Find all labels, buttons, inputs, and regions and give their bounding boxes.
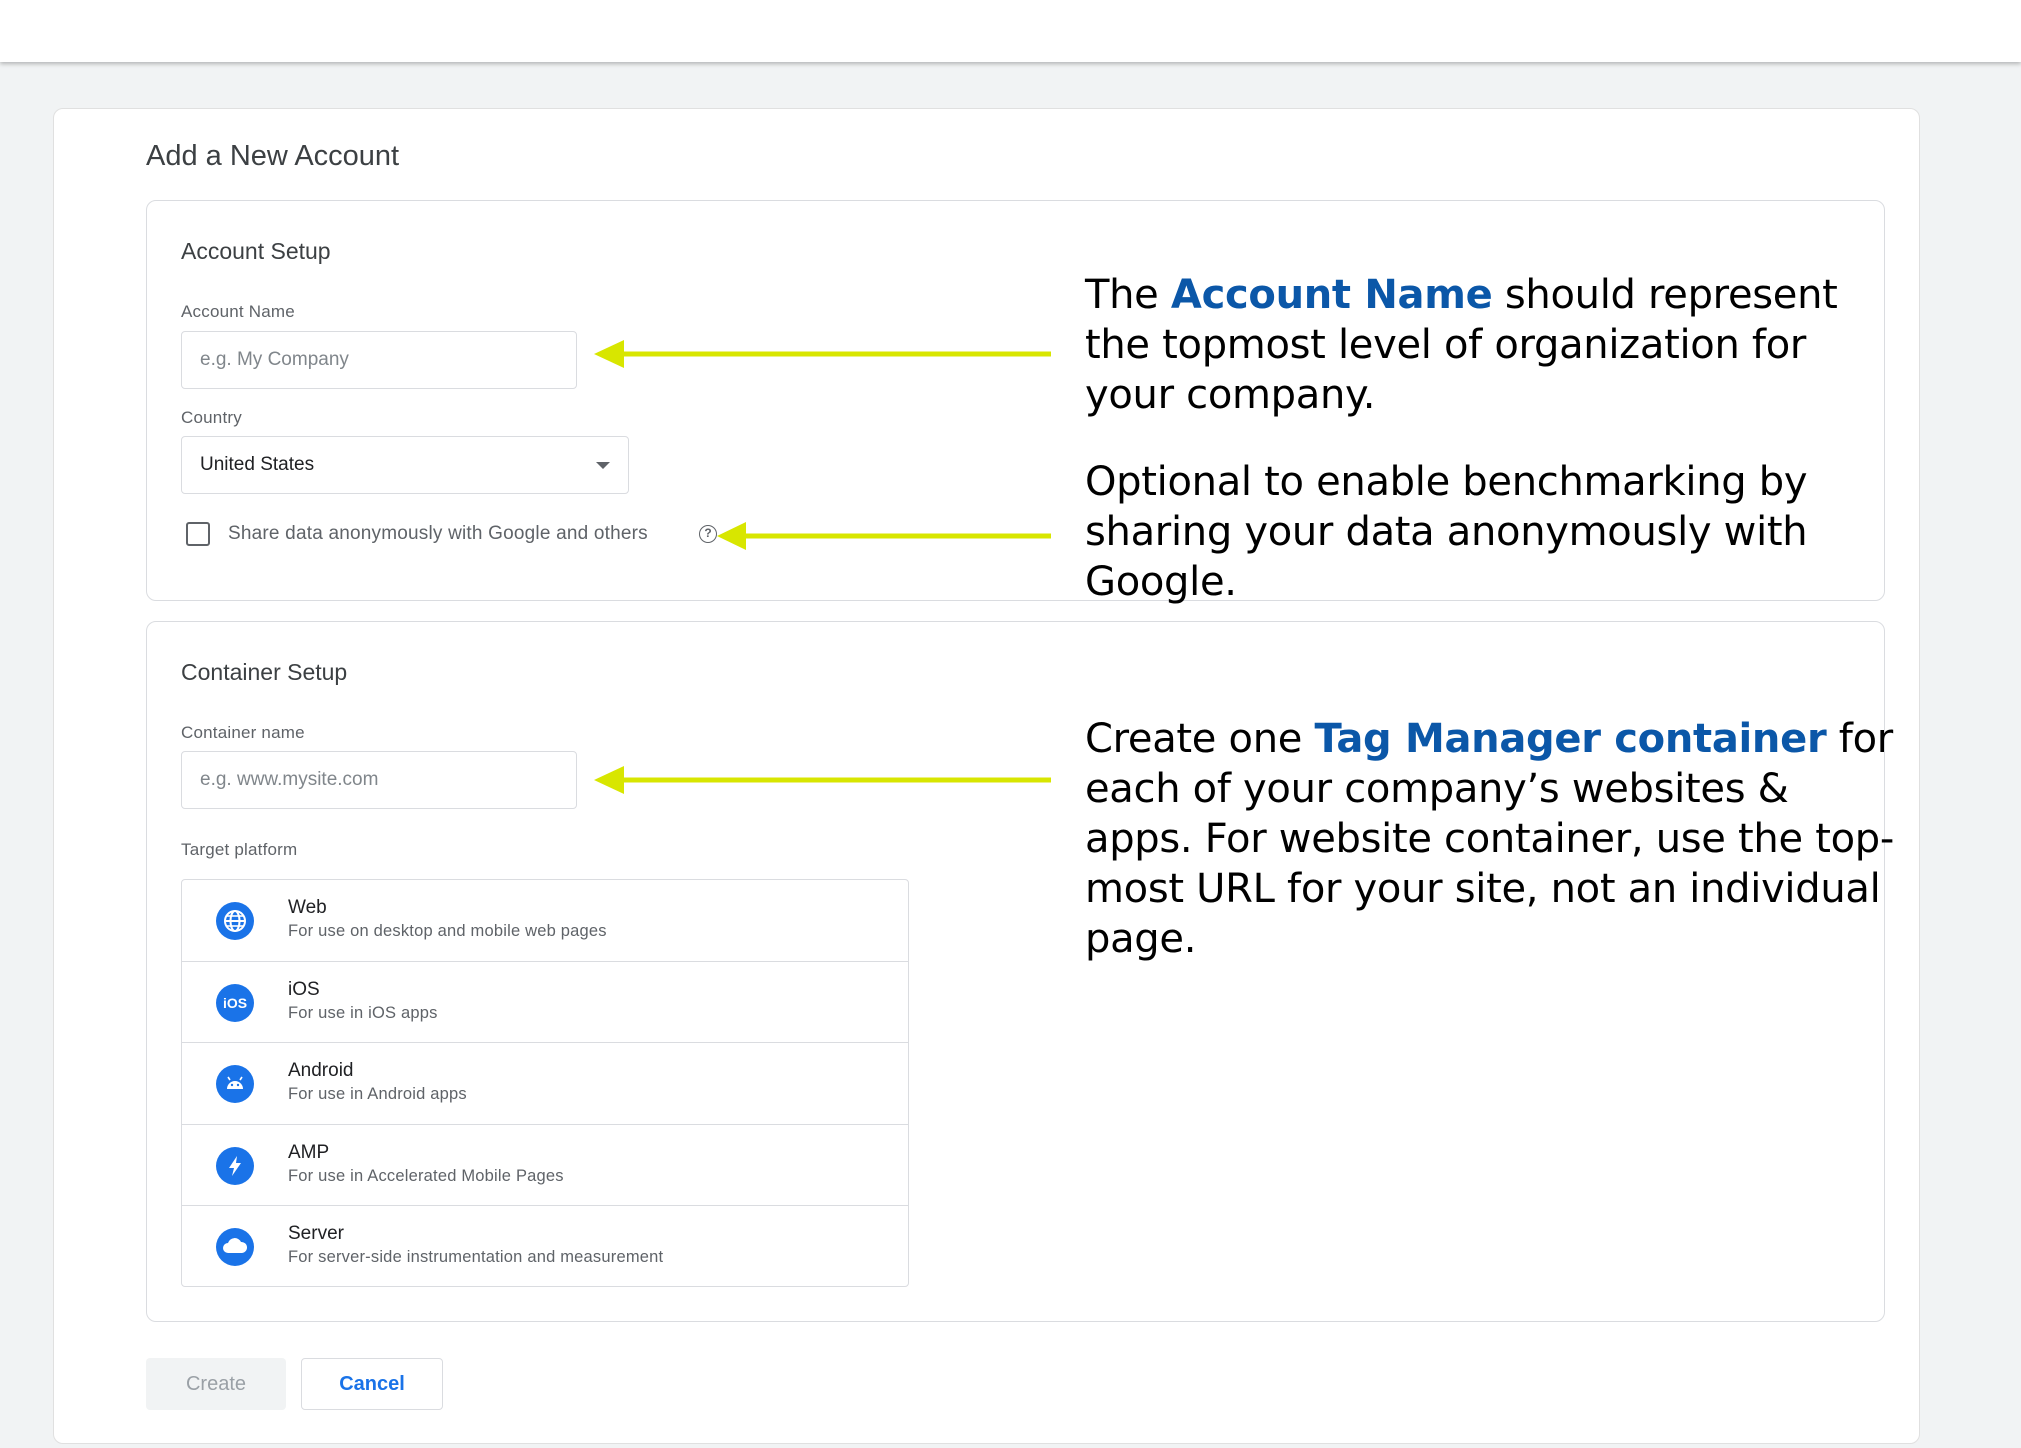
annotation-text: The (1085, 272, 1171, 318)
annotation-share-data: Optional to enable benchmarking by shari… (1085, 459, 1808, 605)
annotation-highlight: Account Name (1170, 272, 1493, 318)
arrow-share-data (717, 522, 1051, 550)
annotation-text: Create one (1085, 716, 1315, 762)
arrow-container-name (594, 766, 1051, 794)
annotation-container: Create one Tag Manager container for eac… (1085, 714, 1905, 964)
annotation-account-name: The Account Name should represent the to… (1085, 270, 1905, 420)
arrow-account-name (594, 340, 1051, 368)
annotation-highlight: Tag Manager container (1314, 716, 1827, 762)
top-app-bar (0, 0, 2021, 62)
